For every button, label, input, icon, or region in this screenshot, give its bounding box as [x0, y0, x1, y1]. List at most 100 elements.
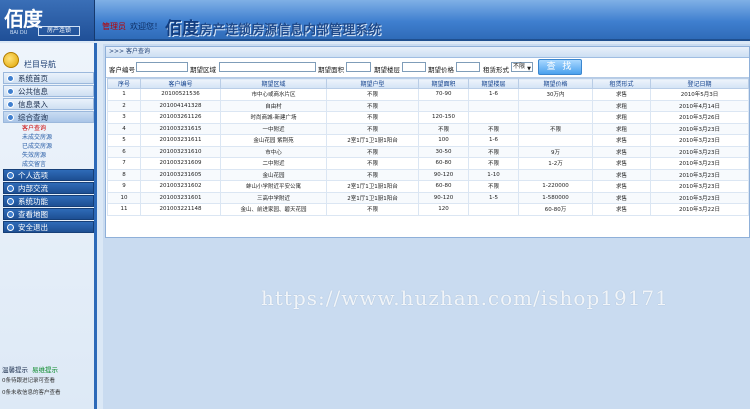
- edit-icon: [7, 101, 14, 108]
- sidebar-item-internal[interactable]: 内部交流: [3, 182, 94, 194]
- sidebar-item-logout[interactable]: 安全退出: [3, 221, 94, 233]
- table-cell: 1-10: [468, 168, 519, 181]
- table-cell: 9万: [518, 145, 593, 158]
- column-header[interactable]: 期望楼层: [468, 78, 519, 89]
- table-cell: 二中附近: [220, 157, 327, 170]
- table-cell: 求售: [592, 203, 651, 216]
- sidebar-item-public-info[interactable]: 公共信息: [3, 85, 94, 97]
- table-row[interactable]: 10 201003231601 三高中学附近 2室1厅1卫1厨1阳台 90-120 1-5…: [107, 191, 749, 204]
- table-row[interactable]: 2 201004141328 自由村 不限 求租 2010年4月14日: [107, 99, 749, 112]
- table-cell: 求售: [592, 180, 651, 193]
- table-cell: 1-6: [468, 134, 519, 147]
- client-id-input[interactable]: [136, 62, 188, 72]
- sidebar-item-label: 系统首页: [18, 74, 48, 83]
- table-cell: 5: [107, 134, 141, 147]
- table-cell: 时尚商城-新建广场: [220, 111, 327, 124]
- column-header[interactable]: 客户编号: [140, 78, 221, 89]
- table-cell: 120: [418, 203, 469, 216]
- table-cell: 201003231602: [140, 180, 221, 193]
- table-cell: 8: [107, 168, 141, 181]
- sidebar-item-map[interactable]: 查看地图: [3, 208, 94, 220]
- tip-line[interactable]: 0条未收信息的客户查看: [0, 387, 94, 399]
- sidebar-nav-title: 栏目导航: [24, 60, 56, 69]
- table-row[interactable]: 1 20100521536 市中心或商水片区 不限 70-90 1-6 30万内 求售 2010…: [107, 88, 749, 101]
- table-row[interactable]: 7 201003231609 二中附近 不限 60-80 不限 1-2万 求售 2010年3月2…: [107, 157, 749, 170]
- size-label: 期望面积: [318, 66, 344, 74]
- welcome-user[interactable]: 管理员: [102, 22, 126, 31]
- sidebar-subitem-expired[interactable]: 失效房源: [3, 151, 94, 160]
- breadcrumb: >>> 客户查询: [106, 47, 749, 58]
- table-cell: 求售: [592, 88, 651, 101]
- table-cell: 1-5: [468, 191, 519, 204]
- chevron-down-icon: ▼: [527, 66, 531, 72]
- table-cell: [518, 99, 593, 112]
- sidebar-nav-header: 栏目导航: [0, 49, 94, 71]
- table-cell: 100: [418, 134, 469, 147]
- table-cell: [468, 99, 519, 112]
- table-cell: 2010年3月23日: [650, 145, 749, 158]
- column-header[interactable]: 序号: [107, 78, 141, 89]
- sidebar-item-label: 综合查询: [18, 113, 48, 122]
- sidebar-item-label: 安全退出: [18, 223, 48, 232]
- column-header[interactable]: 期望户型: [326, 78, 419, 89]
- table-row[interactable]: 8 201003231605 金山花园 不限 90-120 1-10 求售 2010年3月23…: [107, 168, 749, 181]
- table-row[interactable]: 6 201003231610 市中心 不限 30-50 不限 9万 求售 2010年3月23日: [107, 145, 749, 158]
- sidebar-item-home[interactable]: 系统首页: [3, 72, 94, 84]
- table-cell: 60-80万: [518, 203, 593, 216]
- table-cell: 不限: [326, 111, 419, 124]
- tips-panel: 温馨提示 易维提示 0条待跟进记录可查看 0条未收信息的客户查看: [0, 365, 94, 409]
- floor-input[interactable]: [402, 62, 426, 72]
- table-cell: 20100521536: [140, 88, 221, 101]
- column-header[interactable]: 期望区域: [220, 78, 327, 89]
- rent-type-label: 租赁形式: [483, 66, 509, 74]
- table-cell: 2室1厅1卫1厨1阳台: [326, 134, 419, 147]
- table-row[interactable]: 4 201003231615 一中附近 不限 不限 不限 不限 求租 2010年3月23日: [107, 122, 749, 135]
- table-cell: [518, 168, 593, 181]
- price-input[interactable]: [456, 62, 480, 72]
- tip-line[interactable]: 0条待跟进记录可查看: [0, 375, 94, 387]
- size-input[interactable]: [346, 62, 371, 72]
- table-cell: 9: [107, 180, 141, 193]
- logo-main-text: 佰度: [4, 7, 43, 31]
- table-cell: 求售: [592, 157, 651, 170]
- sidebar-item-label: 内部交流: [18, 184, 48, 193]
- table-cell: 1-220000: [518, 180, 593, 193]
- sidebar-item-personal[interactable]: 个人选项: [3, 169, 94, 181]
- table-cell: 201003231601: [140, 191, 221, 204]
- table-cell: 2010年3月26日: [650, 111, 749, 124]
- table-row[interactable]: 3 201003261126 时尚商城-新建广场 不限 120-150 求租 2010年3月…: [107, 111, 749, 124]
- table-cell: 70-90: [418, 88, 469, 101]
- column-header[interactable]: 期望价格: [518, 78, 593, 89]
- column-header[interactable]: 登记日期: [650, 78, 749, 89]
- table-row[interactable]: 5 201003231611 金山花园 紫荆苑 2室1厅1卫1厨1阳台 100 1-6 求…: [107, 134, 749, 147]
- table-cell: [468, 111, 519, 124]
- sidebar-subitem-messages[interactable]: 成交留言: [3, 160, 94, 169]
- column-header[interactable]: 期望面积: [418, 78, 469, 89]
- sidebar-subitem-client-query[interactable]: 客户查询: [3, 124, 94, 133]
- table-cell: 求售: [592, 191, 651, 204]
- table-cell: 市中心或商水片区: [220, 88, 327, 101]
- sidebar-item-data-entry[interactable]: 信息录入: [3, 98, 94, 110]
- sidebar-item-label: 信息录入: [18, 100, 48, 109]
- system-title: 佰度房产连锁房源信息内部管理系统: [165, 14, 381, 39]
- table-cell: 2010年5月3日: [650, 88, 749, 101]
- sidebar-subitem-unsold[interactable]: 未成交房源: [3, 133, 94, 142]
- search-button[interactable]: 查 找: [538, 59, 582, 75]
- table-row[interactable]: 9 201003231602 蚌山小学附近平安公寓 2室1厅1卫1厨1阳台 60-80 不…: [107, 180, 749, 193]
- table-cell: 201003231611: [140, 134, 221, 147]
- sidebar-subitem-sold[interactable]: 已成交房源: [3, 142, 94, 151]
- table-cell: 市中心: [220, 145, 327, 158]
- sidebar-item-system[interactable]: 系统功能: [3, 195, 94, 207]
- sidebar-item-query[interactable]: 综合查询: [3, 111, 94, 123]
- table-cell: 求租: [592, 122, 651, 135]
- area-input[interactable]: [219, 62, 316, 72]
- rent-type-select[interactable]: 不限 ▼: [511, 62, 533, 72]
- welcome-message: 管理员 欢迎您！: [102, 21, 162, 32]
- table-cell: 不限: [326, 122, 419, 135]
- table-row[interactable]: 11 201003221148 金山、前进家园、碧天花园 不限 120 60-80万 求售 2…: [107, 203, 749, 216]
- column-header[interactable]: 租赁形式: [592, 78, 651, 89]
- logout-icon: [7, 224, 14, 231]
- table-cell: 4: [107, 122, 141, 135]
- sidebar-item-label: 查看地图: [18, 210, 48, 219]
- table-cell: 不限: [468, 122, 519, 135]
